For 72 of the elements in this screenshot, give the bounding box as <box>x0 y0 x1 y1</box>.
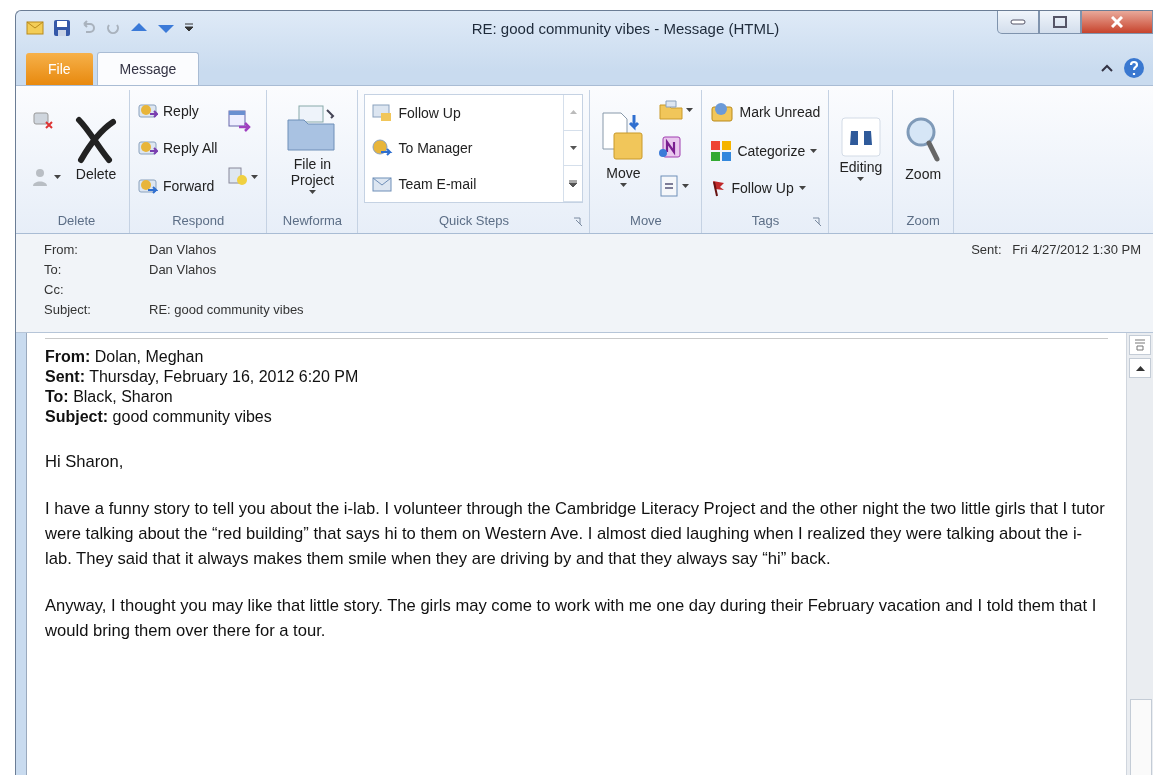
group-label: Tags <box>751 212 780 228</box>
minimize-button[interactable] <box>997 11 1039 34</box>
scroll-thumb[interactable] <box>1130 699 1152 775</box>
quoted-header-line: Subject: good community vibes <box>45 407 273 427</box>
close-button[interactable] <box>1081 11 1153 34</box>
close-icon <box>1111 16 1123 28</box>
quoted-header-line: Sent: Thursday, February 16, 2012 6:20 PM <box>45 367 360 387</box>
group-label: Zoom <box>906 212 940 228</box>
forward-icon <box>138 177 158 196</box>
maximize-button[interactable] <box>1039 11 1081 34</box>
message-paragraph: I have a funny story to tell you about the i-lab. I volunteer through the Cambridge Literacy Project and the other night the two little girls that I tutor were talking about the “red building” that says hi to them on Western Ave. I almost died laughing when I realized they were talking about the i-lab. They said that it always makes them smile when they are driving by and that they always say “hi” back. <box>45 498 1106 570</box>
folder-icon <box>658 99 685 122</box>
dialog-launcher-icon[interactable] <box>812 217 823 227</box>
notebook-icon <box>658 135 683 160</box>
help-icon[interactable] <box>1123 57 1145 79</box>
envelope-icon <box>138 139 158 158</box>
group-label: Respond <box>172 212 225 228</box>
quoted-header-line: From: Dolan, Meghan <box>45 347 205 367</box>
calendar-icon <box>227 108 252 133</box>
window-title: RE: good community vibes - Message (HTML) <box>470 19 781 37</box>
quoted-header-line: To: Black, Sharon <box>45 387 174 407</box>
binoculars-icon <box>840 116 881 157</box>
caret-down-icon <box>569 146 577 150</box>
group-label: Newforma <box>282 212 343 228</box>
dialog-launcher-icon[interactable] <box>573 217 584 227</box>
more-icon <box>569 180 578 188</box>
quick-step[interactable]: Team E-mail <box>369 172 560 197</box>
group-label: Quick Steps <box>438 212 509 228</box>
ribbon-button[interactable]: Reply All <box>136 137 220 160</box>
ribbon-button[interactable]: Categorize <box>708 137 823 164</box>
split-icon <box>1135 339 1145 351</box>
collapse-ribbon-icon[interactable] <box>1101 64 1113 72</box>
field-label: To: <box>44 262 63 279</box>
ignore-icon <box>32 110 54 131</box>
categorize-icon <box>710 139 733 162</box>
message-paragraph: Anyway, I thought you may like that little story. The girls may come to work with me one day during their February vacation and I told them that I would bring them over there for a tour. <box>45 595 1098 642</box>
caret-up-icon <box>1135 365 1145 371</box>
envelope-icon <box>710 100 735 123</box>
ribbon-button[interactable]: Reply <box>136 99 220 122</box>
document-icon <box>658 173 681 198</box>
ribbon-button[interactable]: Delete <box>69 111 123 186</box>
flag-icon <box>710 178 727 197</box>
envelope-icon <box>26 21 44 35</box>
ribbon-button[interactable]: File in Project <box>273 99 352 198</box>
ribbon-tab[interactable]: Message <box>96 52 200 85</box>
sent-date: Sent: Fri 4/27/2012 1:30 PM <box>971 242 1141 259</box>
maximize-icon <box>1053 16 1067 28</box>
ribbon-button[interactable]: Forward <box>136 175 220 198</box>
message-paragraph: Hi Sharon, <box>45 451 125 473</box>
scroll-up-button[interactable] <box>1129 358 1151 378</box>
undo-icon[interactable] <box>80 20 96 36</box>
field-value: RE: good community vibes <box>149 302 305 319</box>
envelope-icon <box>138 101 158 120</box>
ribbon-button[interactable]: Editing <box>835 112 887 185</box>
quick-step[interactable]: To Manager <box>369 136 560 161</box>
minimize-icon <box>1010 19 1026 25</box>
field-value: Dan Vlahos <box>149 262 218 279</box>
envelope-icon <box>371 174 394 195</box>
ribbon-button[interactable]: Move <box>596 106 651 191</box>
ribbon-button[interactable]: Zoom <box>899 111 948 186</box>
x-icon <box>73 115 119 164</box>
group-label: Delete <box>57 212 96 228</box>
group-label: Move <box>630 212 662 228</box>
field-label: From: <box>44 242 79 259</box>
caret-up-icon <box>569 110 577 115</box>
save-icon[interactable] <box>53 19 71 37</box>
ribbon-button[interactable]: Follow Up <box>708 176 823 199</box>
ribbon-button[interactable]: Mark Unread <box>708 98 823 125</box>
field-label: Cc: <box>44 282 65 299</box>
quick-step[interactable]: Follow Up <box>369 100 560 125</box>
field-label: Subject: <box>44 302 92 319</box>
field-value: Dan Vlahos <box>149 242 218 259</box>
